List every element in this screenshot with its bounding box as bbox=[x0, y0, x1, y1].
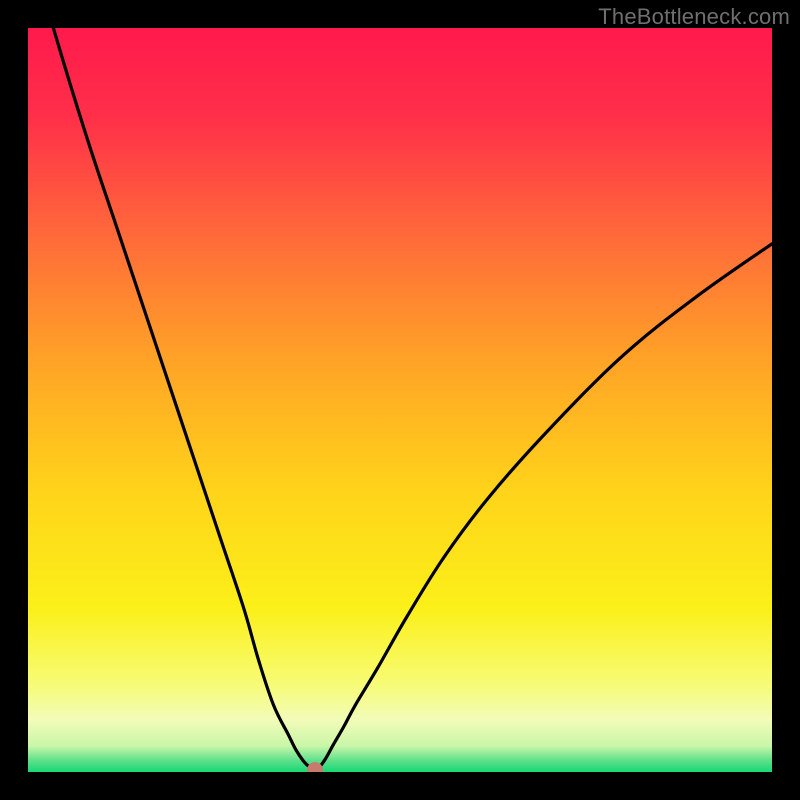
watermark-text: TheBottleneck.com bbox=[598, 4, 790, 30]
minimum-marker bbox=[307, 762, 323, 772]
bottleneck-curve bbox=[28, 28, 772, 772]
chart-frame: TheBottleneck.com bbox=[0, 0, 800, 800]
plot-area bbox=[28, 28, 772, 772]
